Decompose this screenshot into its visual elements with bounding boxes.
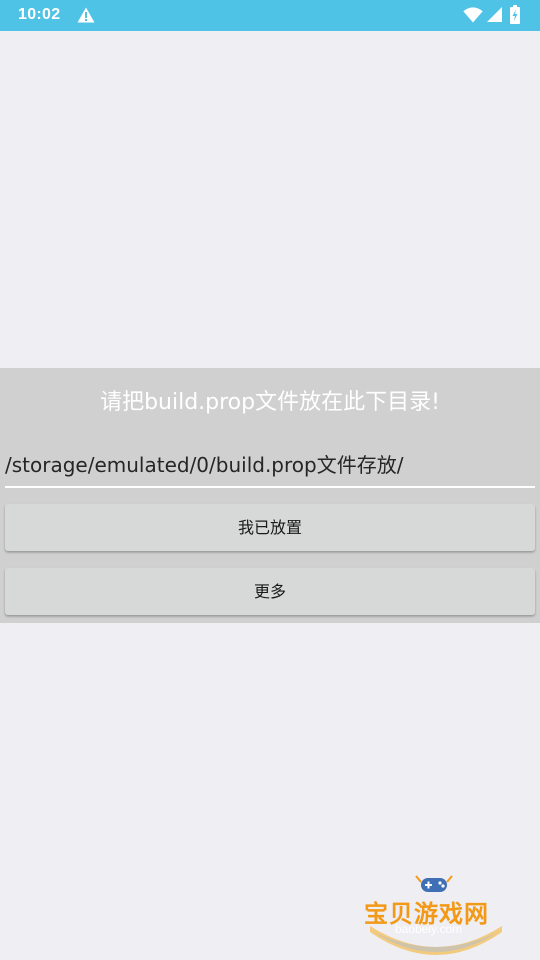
path-input[interactable]: /storage/emulated/0/build.prop文件存放/ bbox=[5, 452, 535, 488]
wifi-icon bbox=[463, 7, 483, 23]
status-time: 10:02 bbox=[18, 6, 61, 23]
path-input-value[interactable]: /storage/emulated/0/build.prop文件存放/ bbox=[5, 452, 403, 478]
warning-icon bbox=[77, 7, 95, 23]
status-bar: 10:02 bbox=[0, 0, 540, 31]
watermark-logo: 宝贝游戏网 baobeiy.com bbox=[362, 872, 510, 956]
watermark-url: baobeiy.com bbox=[395, 922, 463, 936]
cell-signal-icon bbox=[487, 7, 502, 22]
prop-path-dialog: 请把build.prop文件放在此下目录! /storage/emulated/… bbox=[0, 368, 540, 623]
more-button[interactable]: 更多 bbox=[5, 568, 535, 615]
gamepad-icon bbox=[415, 875, 453, 892]
battery-icon bbox=[510, 5, 520, 24]
dialog-title: 请把build.prop文件放在此下目录! bbox=[100, 390, 440, 415]
confirm-placed-button[interactable]: 我已放置 bbox=[5, 504, 535, 551]
